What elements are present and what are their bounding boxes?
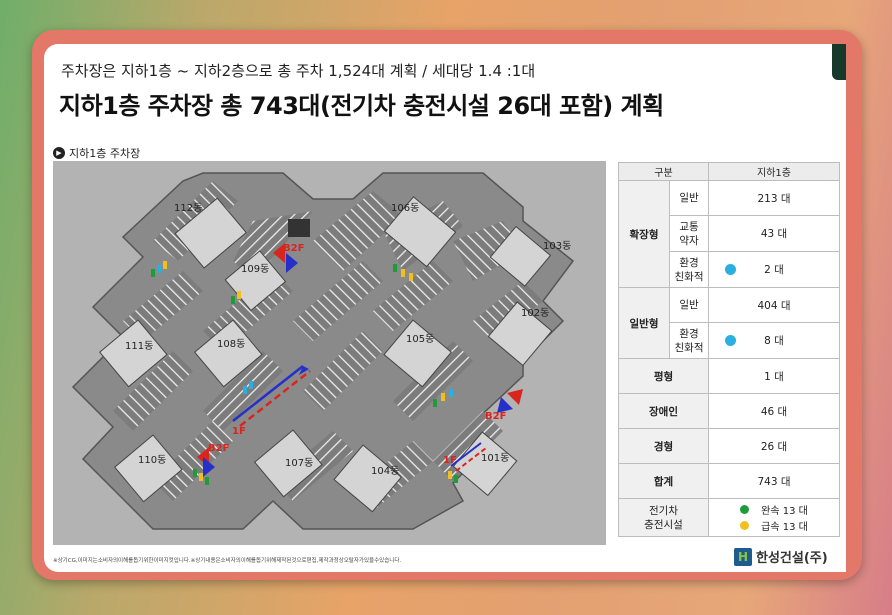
building-label-103: 103동 [543,240,571,252]
row-label: 일반 [669,287,709,323]
row-label: 교통 약자 [669,215,709,252]
row-value: 26 대 [708,428,840,464]
table-header-category: 구분 [618,162,709,181]
group-standard: 일반형 [618,287,670,359]
building-label-101: 101동 [481,452,509,464]
row-label: 환경 친화적 [669,322,709,359]
content-card: 주차장은 지하1층 ~ 지하2층으로 총 주차 1,524대 계획 / 세대당 … [44,44,846,572]
section-label: ▶ 지하1층 주차장 [53,145,140,161]
building-label-104: 104동 [371,465,399,477]
row-label: 평형 [618,358,709,394]
row-label: 일반 [669,180,709,216]
row-value-eco: 2 대 [708,251,840,288]
row-value: 46 대 [708,393,840,429]
table-header-level: 지하1층 [708,162,840,181]
building-label-108: 108동 [217,338,245,350]
row-value-ev: 완속 13 대 급속 13 대 [708,498,840,537]
slow-charge-dot-icon [740,505,750,514]
level-label-b2f-right: B2F [485,411,506,422]
row-label-ev: 전기차 충전시설 [618,498,709,537]
ev-slow-line: 완속 13 대 [709,502,839,518]
level-label-1f-right: 1F [443,455,457,466]
row-value: 213 대 [708,180,840,216]
building-label-112: 112동 [174,202,202,214]
fast-charge-dot-icon [740,521,750,530]
footer-note: ※상기CG,이미지는소비자의이해를돕기위한이미지컷입니다.※상기내용은소비자의이… [53,558,402,564]
row-value: 43 대 [708,215,840,252]
ev-fast-text: 급속 13 대 [761,522,808,533]
eco-dot-icon [725,264,736,275]
ev-slow-text: 완속 13 대 [761,506,808,517]
parking-summary-table: 구분 지하1층 확장형 일반 213 대 교통 약자 43 대 환경 친화적 2… [618,162,840,537]
building-label-111: 111동 [125,340,153,352]
row-value-text: 8 대 [764,335,784,347]
company-logo-icon: H [734,547,752,566]
page-subtitle: 주차장은 지하1층 ~ 지하2층으로 총 주차 1,524대 계획 / 세대당 … [61,62,536,80]
page-title: 지하1층 주차장 총 743대(전기차 충전시설 26대 포함) 계획 [59,92,664,120]
ev-fast-line: 급속 13 대 [709,518,839,534]
company-logo: H 한성건설(주) [734,547,828,566]
row-label: 장애인 [618,393,709,429]
building-label-107: 107동 [285,457,313,469]
ramp-area [288,219,310,237]
level-label-1f-left: 1F [232,426,246,437]
parking-map-drawing: 112동 106동 103동 109동 102동 111동 108동 105동 … [71,172,575,530]
row-value-total: 743 대 [708,463,840,499]
level-label-b2f-top: B2F [283,243,304,254]
row-label: 환경 친화적 [669,251,709,288]
building-label-102: 102동 [521,307,549,319]
row-label-total: 합계 [618,463,709,499]
building-label-110: 110동 [138,454,166,466]
row-label: 경형 [618,428,709,464]
level-label-b2f-left: B2F [208,443,229,454]
row-value: 404 대 [708,287,840,323]
eco-dot-icon [725,335,736,346]
company-name: 한성건설(주) [756,551,828,566]
row-value-text: 2 대 [764,264,784,276]
row-value: 1 대 [708,358,840,394]
corner-accent [832,44,846,80]
play-circle-icon: ▶ [53,147,65,159]
building-label-109: 109동 [241,263,269,275]
building-label-106: 106동 [391,202,419,214]
parking-map: 112동 106동 103동 109동 102동 111동 108동 105동 … [53,161,606,545]
section-label-text: 지하1층 주차장 [69,147,141,160]
building-label-105: 105동 [406,333,434,345]
row-value-eco: 8 대 [708,322,840,359]
group-expanded: 확장형 [618,180,670,288]
